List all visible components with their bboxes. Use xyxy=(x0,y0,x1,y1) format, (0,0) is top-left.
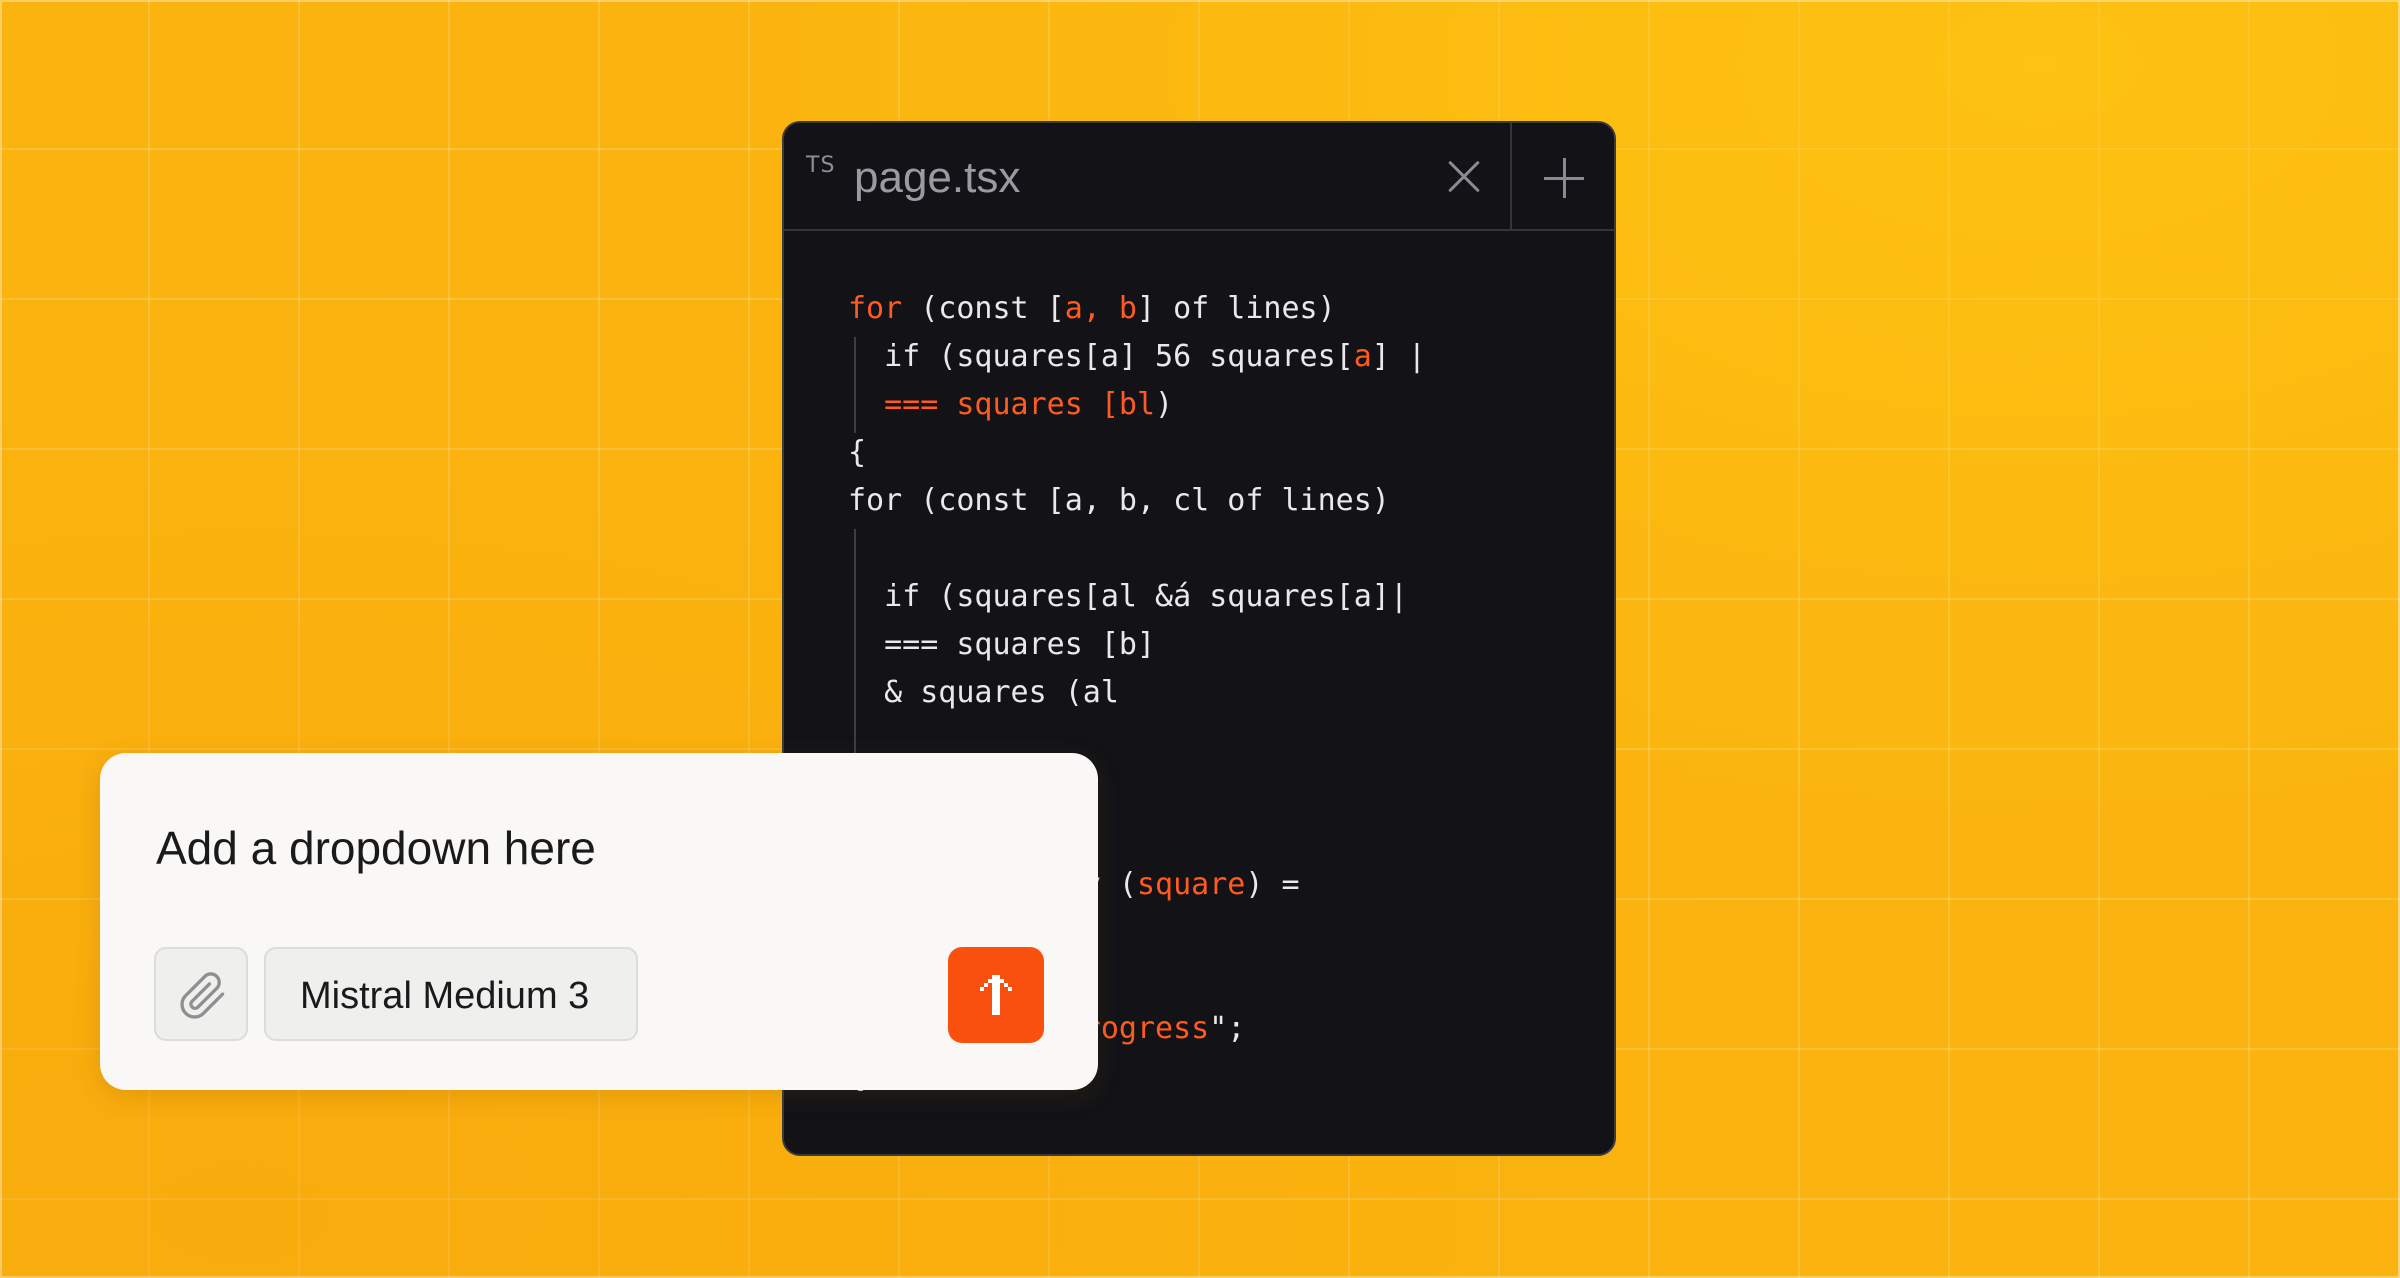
code-token: === squares [b] xyxy=(848,627,1156,662)
code-line: & squares (al xyxy=(848,669,1119,717)
code-token: if (squares[a] 56 squares[ xyxy=(848,339,1354,374)
code-token-highlight: square xyxy=(1136,867,1246,902)
code-token: ) xyxy=(1155,387,1174,422)
paperclip-icon xyxy=(180,972,225,1019)
code-token: & squares (al xyxy=(848,675,1119,710)
code-line: if (squares[al &á squares[a]| xyxy=(848,573,1408,621)
send-button[interactable] xyxy=(948,947,1044,1043)
code-token: ] of lines) xyxy=(1137,291,1336,326)
code-token: "; xyxy=(1209,1011,1246,1046)
code-token-highlight: a, b xyxy=(1064,291,1137,326)
file-name: page.tsx xyxy=(854,153,1021,202)
code-token: ] | xyxy=(1371,339,1426,374)
plus-icon[interactable] xyxy=(1544,158,1584,198)
code-token: (const [ xyxy=(902,291,1065,326)
typescript-badge: TS xyxy=(806,153,836,178)
code-token: { xyxy=(848,435,867,470)
code-line: for (const [a, b] of lines) xyxy=(848,285,1336,333)
prompt-card: Add a dropdown here Mistral Medium 3 xyxy=(100,753,1098,1090)
model-label: Mistral Medium 3 xyxy=(300,975,590,1017)
model-selector-button[interactable]: Mistral Medium 3 xyxy=(264,947,638,1041)
code-line: === squares [bl) xyxy=(848,381,1173,429)
code-token-highlight: === squares [bl xyxy=(848,387,1156,422)
attach-button[interactable] xyxy=(154,947,248,1041)
code-token-highlight: for xyxy=(848,291,903,326)
code-token: if (squares[al &á squares[a]| xyxy=(848,579,1408,614)
code-line: { xyxy=(848,429,866,477)
editor-tab-bar: TS page.tsx xyxy=(784,123,1614,231)
file-tab[interactable]: TS page.tsx xyxy=(784,123,1512,229)
code-line: if (squares[a] 56 squares[a] | xyxy=(848,333,1426,381)
prompt-input[interactable]: Add a dropdown here xyxy=(156,821,596,875)
code-line: === squares [b] xyxy=(848,621,1155,669)
close-icon[interactable] xyxy=(1446,159,1482,195)
code-token: for (const [a, b, cl of lines) xyxy=(848,483,1390,518)
code-token: ) = xyxy=(1245,867,1300,902)
arrow-up-icon xyxy=(980,975,1012,1015)
code-token-highlight: a xyxy=(1353,339,1372,374)
code-line: for (const [a, b, cl of lines) xyxy=(848,477,1390,525)
